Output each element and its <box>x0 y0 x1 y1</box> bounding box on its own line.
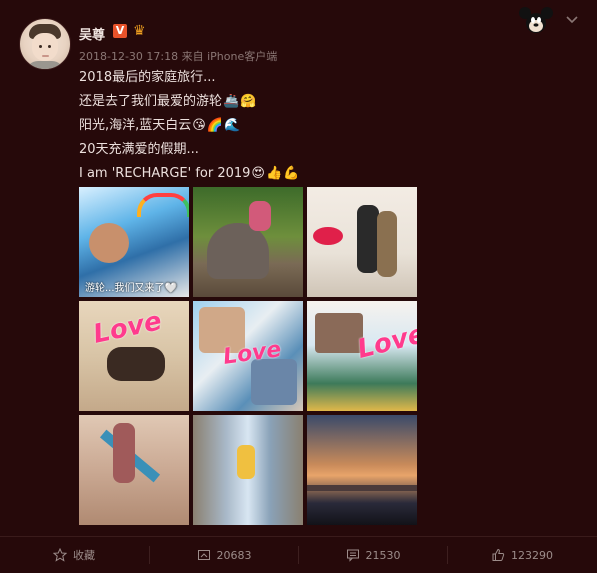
member-crown-icon: ♛ <box>133 23 146 39</box>
post-line: I am 'RECHARGE' for 2019😍👍💪 <box>79 162 519 186</box>
rainbow-sticker <box>137 193 189 217</box>
love-sticker: Love <box>90 306 165 350</box>
star-icon <box>53 548 67 562</box>
post-line: 阳光,海洋,蓝天白云😘🌈🌊 <box>79 114 519 138</box>
photo-figure <box>357 205 379 273</box>
post-line-text: 阳光,海洋,蓝天白云 <box>79 118 192 133</box>
photo-caption: 游轮...我们又来了🤍 <box>85 283 177 294</box>
photo-figure <box>315 313 363 353</box>
comment-icon <box>346 549 359 562</box>
verified-badge: V <box>113 24 127 38</box>
photo-horizon <box>307 485 417 491</box>
mickey-mouse-icon <box>519 7 553 33</box>
flexed-biceps-icon: 💪 <box>283 166 300 181</box>
post-line-text: 还是去了我们最爱的游轮 <box>79 94 223 109</box>
heart-eyes-icon: 😍 <box>251 166 265 181</box>
wave-icon: 🌊 <box>224 118 241 133</box>
post-line: 20天充满爱的假期... <box>79 138 519 162</box>
photo-figure <box>249 201 271 231</box>
post-meta: 2018-12-30 17:18 来自 iPhone客户端 <box>79 50 278 63</box>
photo-figure <box>107 347 165 381</box>
avatar-mouth <box>42 55 49 57</box>
hug-face-icon: 🤗 <box>240 94 257 109</box>
photo-figure <box>251 359 297 405</box>
rainbow-icon: 🌈 <box>206 118 224 133</box>
comment-button[interactable]: 21530 <box>299 537 447 573</box>
photo-love-collage[interactable]: Love <box>307 301 417 411</box>
avatar-eye-right <box>48 45 51 48</box>
love-sticker: Love <box>354 319 417 365</box>
photo-grid: 游轮...我们又来了🤍 Love Love Love <box>79 187 417 525</box>
post-line-text: I am 'RECHARGE' for 2019 <box>79 166 251 181</box>
photo-figure <box>377 211 397 277</box>
photo-elephant[interactable] <box>193 187 303 297</box>
photo-collage-selfies[interactable]: Love <box>193 301 303 411</box>
like-button[interactable]: 123290 <box>448 537 596 573</box>
photo-cruise-ship[interactable]: 游轮...我们又来了🤍 <box>79 187 189 297</box>
photo-waterfall-slide[interactable] <box>193 415 303 525</box>
photo-kiss-lips[interactable] <box>307 187 417 297</box>
post-line: 还是去了我们最爱的游轮🚢🤗 <box>79 90 519 114</box>
photo-figure <box>237 445 255 479</box>
like-count: 123290 <box>511 548 553 562</box>
photo-figure <box>113 423 135 483</box>
post-line-text: 20天充满爱的假期... <box>79 142 199 157</box>
avatar-shirt <box>26 61 64 69</box>
post-line: 2018最后的家庭旅行... <box>79 66 519 90</box>
favorite-label: 收藏 <box>73 549 95 562</box>
photo-stairs-pose[interactable] <box>79 415 189 525</box>
photo-sunset-sea[interactable] <box>307 415 417 525</box>
thumbs-up-icon <box>492 548 505 561</box>
thumbs-up-icon: 👍 <box>265 166 283 181</box>
avatar-eye-left <box>39 45 42 48</box>
favorite-button[interactable]: 收藏 <box>0 537 148 573</box>
post-text: 2018最后的家庭旅行... 还是去了我们最爱的游轮🚢🤗 阳光,海洋,蓝天白云😘… <box>79 66 519 186</box>
photo-decoration <box>313 227 343 245</box>
photo-figure <box>207 223 269 279</box>
repost-button[interactable]: 20683 <box>150 537 298 573</box>
photo-figure <box>89 223 129 263</box>
author-name[interactable]: 吴尊 <box>79 24 105 43</box>
post-actions-bar: 收藏 20683 21530 123290 <box>0 536 597 573</box>
kiss-face-icon: 😘 <box>192 118 206 133</box>
repost-icon <box>197 550 210 560</box>
post-line-text: 2018最后的家庭旅行... <box>79 70 216 85</box>
photo-love-bed[interactable]: Love <box>79 301 189 411</box>
ship-icon: 🚢 <box>223 94 240 109</box>
repost-count: 20683 <box>216 548 252 562</box>
author-avatar[interactable] <box>19 18 71 70</box>
chevron-down-icon[interactable] <box>566 16 578 24</box>
comment-count: 21530 <box>365 548 401 562</box>
